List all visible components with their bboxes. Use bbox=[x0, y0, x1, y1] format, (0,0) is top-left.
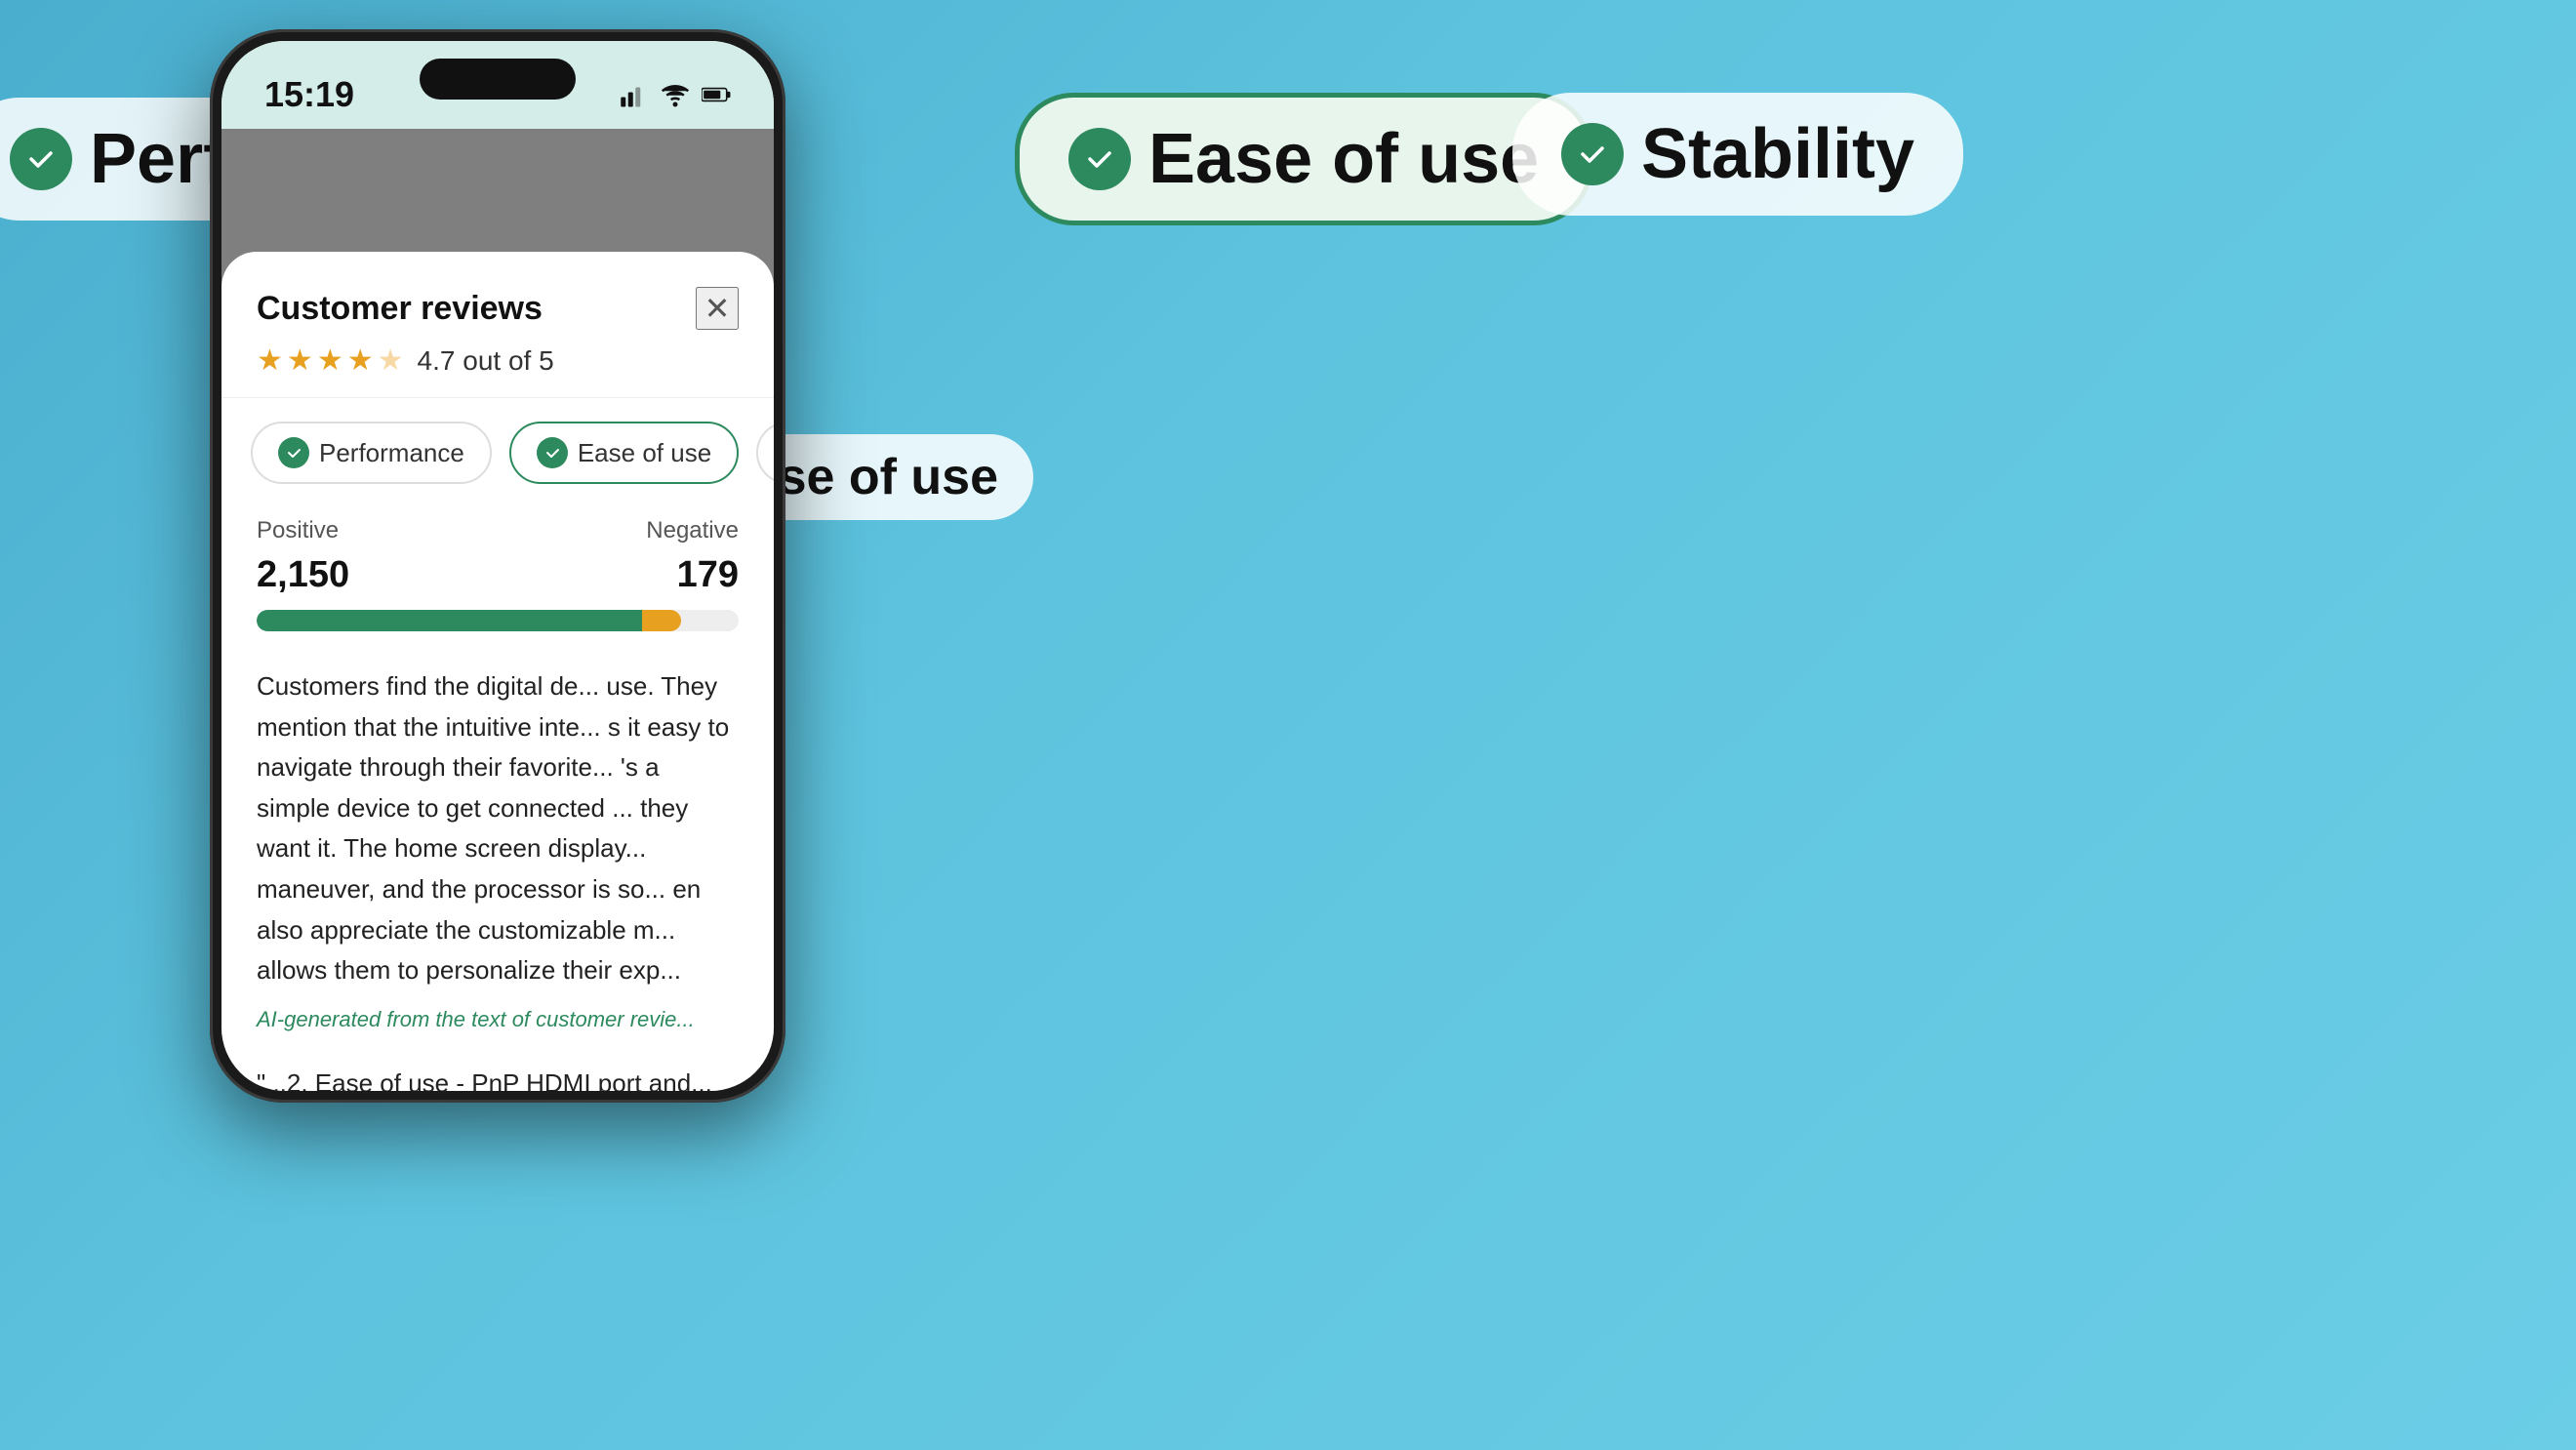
star-rating: ★ ★ ★ ★ ★ bbox=[257, 343, 404, 378]
review-summary: Customers find the digital de... use. Th… bbox=[221, 651, 774, 1007]
review-quote-text: "...2. Ease of use - PnP HDMI port and..… bbox=[257, 1068, 712, 1091]
status-bar: 15:19 bbox=[221, 41, 774, 129]
phone: 15:19 bbox=[210, 29, 785, 1103]
topic-ease-of-use[interactable]: Ease of use bbox=[509, 422, 739, 484]
check-circle-icon bbox=[1561, 123, 1624, 185]
bg-tag-ease-of-use-large: Ease of use bbox=[1015, 93, 1592, 225]
ai-generated-note: AI-generated from the text of customer r… bbox=[221, 1007, 774, 1048]
rating-row: ★ ★ ★ ★ ★ 4.7 out of 5 bbox=[257, 343, 739, 378]
topic-performance-label: Performance bbox=[319, 438, 464, 468]
bg-tag-stability: Stability bbox=[1512, 93, 1963, 216]
star-4: ★ bbox=[347, 343, 374, 378]
negative-count: 179 bbox=[677, 554, 739, 596]
star-2: ★ bbox=[287, 343, 313, 378]
star-1: ★ bbox=[257, 343, 283, 378]
positive-bar bbox=[257, 610, 642, 631]
dynamic-island bbox=[420, 59, 576, 100]
bottom-sheet-modal[interactable]: Customer reviews ✕ ★ ★ ★ ★ ★ 4.7 out of … bbox=[221, 252, 774, 1091]
positive-count: 2,150 bbox=[257, 554, 349, 596]
battery-icon bbox=[702, 80, 731, 109]
check-circle-icon bbox=[10, 128, 72, 190]
modal-title: Customer reviews bbox=[257, 290, 543, 328]
status-icons bbox=[620, 80, 731, 109]
title-row: Customer reviews ✕ bbox=[257, 287, 739, 330]
negative-bar bbox=[642, 610, 681, 631]
signal-icon bbox=[620, 80, 649, 109]
status-time: 15:19 bbox=[264, 74, 354, 115]
star-5: ★ bbox=[378, 343, 404, 378]
star-3: ★ bbox=[317, 343, 343, 378]
close-button[interactable]: ✕ bbox=[696, 287, 739, 330]
wifi-icon bbox=[661, 80, 690, 109]
review-summary-text: Customers find the digital de... use. Th… bbox=[257, 671, 729, 985]
sheet-header: Customer reviews ✕ ★ ★ ★ ★ ★ 4.7 out of … bbox=[221, 252, 774, 398]
topic-ease-of-use-label: Ease of use bbox=[578, 438, 711, 468]
stats-section: Positive Negative 2,150 179 bbox=[221, 507, 774, 651]
topic-stability[interactable]: Stability bbox=[756, 422, 774, 484]
positive-label: Positive bbox=[257, 517, 339, 544]
topics-row: Performance Ease of use bbox=[221, 398, 774, 507]
negative-label: Negative bbox=[646, 517, 739, 544]
topic-performance[interactable]: Performance bbox=[251, 422, 492, 484]
check-circle-icon bbox=[1068, 128, 1131, 190]
rating-value: 4.7 out of 5 bbox=[418, 345, 554, 377]
review-quote: "...2. Ease of use - PnP HDMI port and..… bbox=[221, 1048, 774, 1091]
phone-frame: 15:19 bbox=[210, 29, 785, 1103]
pill-check-icon bbox=[537, 437, 568, 468]
stats-header: Positive Negative bbox=[257, 517, 739, 544]
pill-check-icon bbox=[278, 437, 309, 468]
sentiment-progress-bar bbox=[257, 610, 739, 631]
stats-numbers: 2,150 179 bbox=[257, 554, 739, 596]
phone-screen: 15:19 bbox=[221, 41, 774, 1091]
